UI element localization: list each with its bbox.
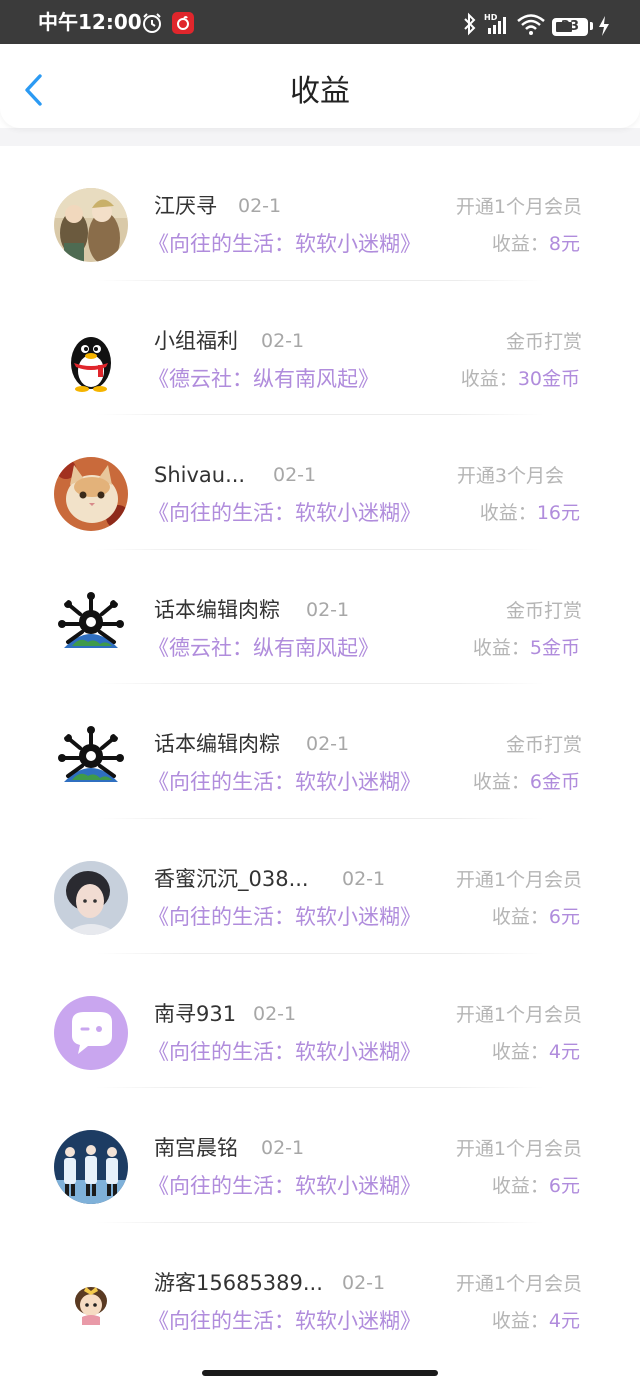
user-name: 南寻931 [154, 1001, 237, 1026]
netease-music-icon [172, 12, 194, 34]
user-name: 话本编辑肉粽 [154, 597, 280, 622]
item-date: 02-1 [261, 1137, 305, 1160]
user-name: 江厌寻 [154, 194, 217, 218]
earning: 收益：4元 [492, 1307, 580, 1335]
work-title[interactable]: 《向往的生活：软软小迷糊》 [148, 768, 421, 796]
item-type: 开通1个月会员 [455, 1138, 582, 1161]
earning-label: 收益： [491, 233, 549, 255]
list-item[interactable]: 香蜜沉沉_038... 02-1 《向往的生活：软软小迷糊》 开通1个月会员 收… [0, 819, 640, 954]
earning: 收益：8元 [492, 230, 580, 258]
earning-value: 6元 [548, 905, 580, 928]
svg-text:HD: HD [484, 13, 498, 22]
earning-label: 收益： [491, 1175, 549, 1198]
item-type: 金币打赏 [505, 599, 582, 622]
item-date: 02-1 [306, 733, 350, 756]
user-name: 小组福利 [154, 328, 238, 353]
list-item[interactable]: 小组福利 02-1 《德云社：纵有南风起》 金币打赏 收益：30金币 [0, 281, 640, 416]
earning: 收益：4元 [492, 1038, 580, 1066]
cartoon-girl-avatar [54, 1264, 128, 1339]
item-type: 开通1个月会员 [455, 1272, 582, 1295]
earning-label: 收益： [491, 1040, 549, 1063]
user-name: Shivau... [154, 463, 246, 488]
item-date: 02-1 [306, 598, 350, 621]
item-type: 金币打赏 [505, 330, 582, 353]
earning: 收益：30金币 [461, 365, 580, 393]
earth-virus-avatar [54, 726, 128, 801]
earning-value: 16元 [536, 502, 580, 525]
user-name: 游客15685389... [154, 1270, 323, 1295]
page-title: 收益 [290, 74, 350, 109]
list-item[interactable]: 南宫晨铭 02-1 《向往的生活：软软小迷糊》 开通1个月会员 收益：6元 [0, 1088, 640, 1223]
earning: 收益：5金币 [473, 634, 580, 662]
earning-label: 收益： [472, 771, 530, 794]
battery-nub [590, 22, 593, 30]
cat-avatar [54, 457, 128, 532]
wifi-icon [516, 12, 546, 36]
earning-label: 收益： [460, 367, 518, 390]
home-indicator[interactable] [202, 1370, 438, 1376]
alarm-icon [141, 12, 163, 34]
status-bar: 中午12:00 HD 23 [0, 0, 640, 44]
section-gap [0, 128, 640, 146]
item-date: 02-1 [253, 1002, 297, 1025]
list-item[interactable]: Shivau... 02-1 《向往的生活：软软小迷糊》 开通3个月会 收益：1… [0, 415, 640, 550]
list-item[interactable]: 南寻931 02-1 《向往的生活：软软小迷糊》 开通1个月会员 收益：4元 [0, 954, 640, 1089]
item-date: 02-1 [238, 195, 282, 217]
user-name: 香蜜沉沉_038... [154, 866, 309, 891]
item-type: 金币打赏 [505, 734, 582, 757]
earning-value: 5金币 [529, 636, 580, 659]
earning-value: 30金币 [517, 367, 580, 390]
earning-label: 收益： [491, 905, 549, 928]
earning-value: 8元 [548, 233, 580, 255]
portrait-photo-avatar [54, 860, 128, 935]
hd-signal-icon: HD [484, 12, 512, 36]
earnings-list: 江厌寻 02-1 《向往的生活：软软小迷糊》 开通1个月会员 收益：8元 小组福… [0, 146, 640, 1357]
earning-label: 收益： [491, 1309, 549, 1332]
work-title[interactable]: 《向往的生活：软软小迷糊》 [148, 903, 421, 931]
list-item[interactable]: 游客15685389... 02-1 《向往的生活：软软小迷糊》 开通1个月会员… [0, 1223, 640, 1358]
status-time: 中午12:00 [38, 10, 142, 34]
user-name: 话本编辑肉粽 [154, 732, 280, 757]
item-date: 02-1 [342, 867, 386, 890]
earning: 收益：6金币 [473, 768, 580, 796]
earth-virus-avatar [54, 591, 128, 666]
item-date: 02-1 [342, 1271, 386, 1294]
work-title[interactable]: 《向往的生活：软软小迷糊》 [148, 499, 421, 527]
earning: 收益：6元 [492, 1172, 580, 1200]
work-title[interactable]: 《德云社：纵有南风起》 [148, 365, 379, 393]
charging-icon [598, 16, 610, 36]
list-item[interactable]: 话本编辑肉粽 02-1 《德云社：纵有南风起》 金币打赏 收益：5金币 [0, 550, 640, 685]
item-type: 开通1个月会员 [455, 868, 582, 891]
qq-penguin-avatar [54, 322, 128, 397]
earning-label: 收益： [472, 636, 530, 659]
item-date: 02-1 [261, 329, 305, 352]
earning-value: 4元 [548, 1309, 580, 1332]
earning: 收益：6元 [492, 903, 580, 931]
default-chat-bubble-avatar [54, 995, 128, 1070]
earning: 收益：16元 [480, 499, 580, 527]
work-title[interactable]: 《向往的生活：软软小迷糊》 [148, 1172, 421, 1200]
item-type: 开通3个月会 [456, 465, 564, 488]
battery-icon: 23 [552, 18, 588, 36]
anime-illustration-avatar [54, 188, 128, 262]
work-title[interactable]: 《向往的生活：软软小迷糊》 [148, 1038, 421, 1066]
earning-value: 6元 [548, 1175, 580, 1198]
item-date: 02-1 [273, 464, 317, 487]
user-name: 南宫晨铭 [154, 1136, 238, 1161]
battery-level: 23 [560, 19, 580, 34]
work-title[interactable]: 《德云社：纵有南风起》 [148, 634, 379, 662]
list-item[interactable]: 江厌寻 02-1 《向往的生活：软软小迷糊》 开通1个月会员 收益：8元 [0, 146, 640, 281]
earning-value: 4元 [548, 1040, 580, 1063]
list-item[interactable]: 话本编辑肉粽 02-1 《向往的生活：软软小迷糊》 金币打赏 收益：6金币 [0, 684, 640, 819]
earning-value: 6金币 [529, 771, 580, 794]
item-type: 开通1个月会员 [455, 1003, 582, 1026]
work-title[interactable]: 《向往的生活：软软小迷糊》 [148, 230, 421, 258]
item-type: 开通1个月会员 [455, 196, 582, 218]
earning-label: 收益： [479, 502, 537, 525]
work-title[interactable]: 《向往的生活：软软小迷糊》 [148, 1307, 421, 1335]
bluetooth-icon [462, 12, 478, 36]
group-photo-avatar [54, 1130, 128, 1205]
app-header: 收益 [0, 44, 640, 128]
